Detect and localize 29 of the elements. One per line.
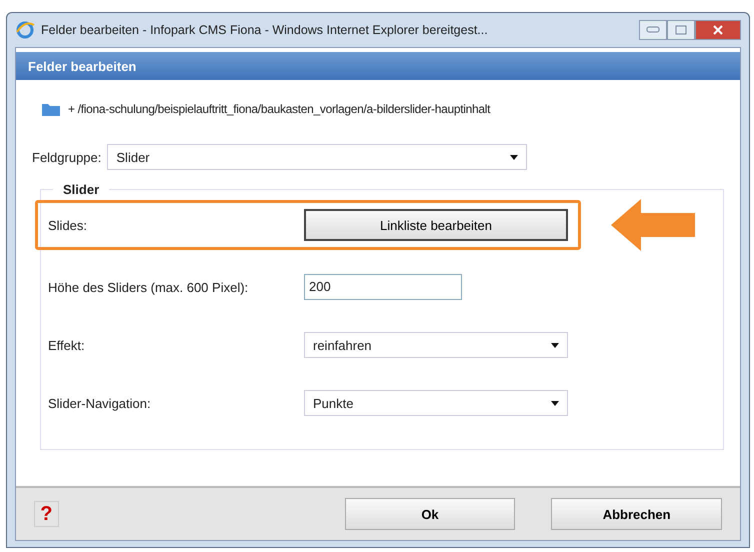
caret-icon	[551, 342, 559, 348]
dialog-title: Felder bearbeiten	[28, 58, 136, 74]
folder-path: + /fiona-schulung/beispielauftritt_fiona/baukasten_vorlagen/a-bilderslider-hauptinhalt	[68, 102, 490, 116]
cancel-button[interactable]: Abbrechen	[551, 498, 722, 530]
arrow-icon	[611, 199, 695, 251]
field-label: Höhe des Sliders (max. 600 Pixel):	[48, 280, 250, 294]
maximize-icon	[675, 25, 687, 35]
folder-icon	[42, 102, 60, 116]
dropdown-select[interactable]: Punkte	[304, 390, 568, 416]
close-icon	[712, 25, 724, 35]
close-button[interactable]	[695, 20, 741, 40]
edit-linklist-button[interactable]: Linkliste bearbeiten	[304, 209, 568, 241]
minimize-icon	[646, 26, 660, 34]
fieldgroup-select[interactable]: Slider	[107, 144, 528, 170]
dropdown-select[interactable]: reinfahren	[304, 332, 568, 358]
caret-icon	[551, 400, 559, 406]
browser-logo-icon	[15, 20, 35, 40]
field-label: Effekt:	[48, 338, 86, 352]
input-field[interactable]: 200	[304, 274, 462, 300]
window-title: Felder bearbeiten - Infopark CMS Fiona - Windows Internet Explorer bereitgest...	[41, 23, 489, 37]
ok-button[interactable]: Ok	[344, 498, 516, 530]
fieldset-legend: Slider	[53, 182, 110, 197]
maximize-button[interactable]	[667, 20, 695, 40]
caret-icon	[510, 154, 518, 160]
field-label: Slider-Navigation:	[48, 396, 152, 410]
help-button[interactable]: ?	[34, 501, 59, 527]
minimize-button[interactable]	[639, 20, 667, 40]
field-label: Feldgruppe:	[32, 150, 102, 164]
field-label: Slides:	[48, 218, 88, 232]
